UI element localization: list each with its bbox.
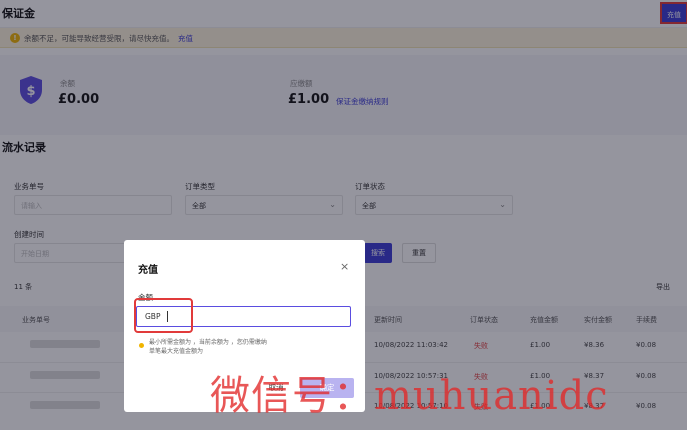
amount-note-line: 最小所需金额为 ，当前余额为 ，您仍需缴纳	[149, 339, 267, 346]
amount-note-line: 单笔最大充值金额为	[149, 348, 204, 355]
amount-note: 最小所需金额为 ，当前余额为 ，您仍需缴纳 单笔最大充值金额为	[149, 338, 354, 356]
close-icon[interactable]: ×	[340, 260, 349, 273]
highlight-annotation	[134, 298, 193, 333]
info-dot-icon	[139, 343, 144, 348]
watermark-text: 微信号：muhuanidc	[210, 373, 609, 419]
dialog-title: 充值	[138, 265, 158, 276]
